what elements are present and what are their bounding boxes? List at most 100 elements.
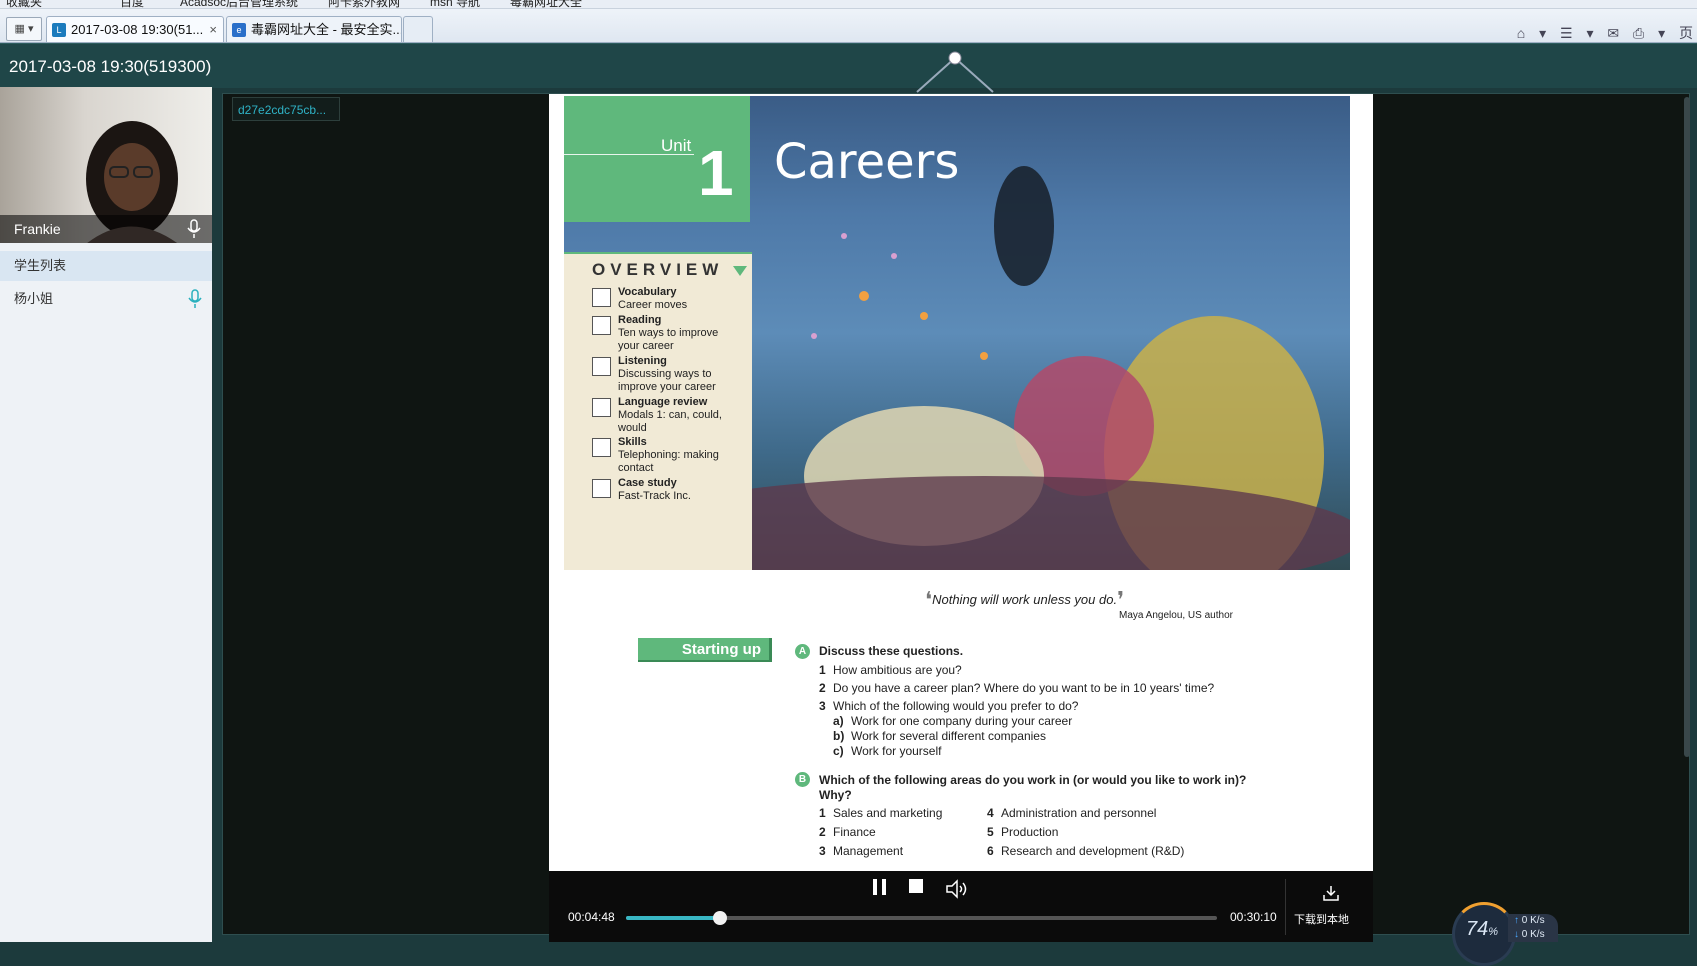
student-item[interactable]: 杨小姐: [0, 283, 212, 315]
quote-text: Nothing will work unless you do.: [932, 592, 1118, 607]
classroom-title-bar: 2017-03-08 19:30(519300): [0, 43, 1697, 88]
current-time: 00:04:48: [568, 910, 615, 924]
tab-label: 2017-03-08 19:30(51...: [71, 22, 204, 37]
favorite-link[interactable]: 百度: [120, 0, 144, 8]
checkbox-icon: [592, 438, 611, 457]
progress-knob[interactable]: [712, 911, 727, 925]
overview-sub: Fast-Track Inc.: [618, 490, 691, 502]
b-area: 6 Research and development (R&D): [987, 844, 1185, 858]
a-question: 1 How ambitious are you?: [819, 663, 962, 677]
document-page: Unit 1 Careers OVERVIEW Vocabulary Career…: [549, 94, 1373, 871]
b-heading: Which of the following areas do you work…: [819, 773, 1247, 787]
new-tab-button[interactable]: [403, 16, 433, 42]
overview-sub: Modals 1: can, could, would: [618, 409, 722, 434]
checkbox-icon: [592, 316, 611, 335]
participants-panel: Frankie 学生列表 杨小姐: [0, 87, 212, 942]
student-name: 杨小姐: [14, 291, 54, 306]
upload-arrow-icon: ↑: [1514, 915, 1519, 926]
document-id-tab[interactable]: d27e2cdc75cb...: [232, 97, 340, 121]
a-option: a) Work for one company during your caree…: [833, 714, 1073, 728]
volume-icon[interactable]: [945, 879, 969, 899]
class-title: 2017-03-08 19:30(519300): [9, 57, 212, 76]
unit-title: Careers: [774, 134, 960, 190]
overview-heading: Listening: [618, 355, 667, 367]
overview-sub: Career moves: [618, 299, 688, 311]
student-list-header: 学生列表: [0, 251, 212, 281]
browser-toolbar: ⌂ ▾ ☰ ▾ ✉ ⎙ ▾ 页: [1507, 23, 1693, 43]
b-area: 3 Management: [819, 844, 904, 858]
stop-icon[interactable]: [909, 879, 923, 893]
pull-handle-icon[interactable]: [905, 46, 1005, 94]
chevron-down-icon[interactable]: ▾: [1586, 25, 1593, 42]
progress-track[interactable]: [626, 911, 1217, 925]
download-button[interactable]: 下载到本地: [1285, 879, 1374, 935]
overview-sub: Ten ways to improve your career: [618, 327, 719, 352]
badge-a: A: [795, 644, 810, 659]
download-arrow-icon: ↓: [1514, 929, 1519, 940]
tab-label: 毒霸网址大全 - 最安全实...: [251, 22, 402, 37]
overview-title: OVERVIEW: [592, 260, 724, 279]
network-meter[interactable]: 74% ↑ 0 K/s ↓ 0 K/s: [1452, 900, 1558, 966]
b-heading-why: Why?: [819, 788, 852, 802]
video-name-bar: Frankie: [0, 215, 212, 243]
media-player-bar: 00:04:48 00:30:10 下载到本地: [549, 871, 1373, 942]
a-option: b) Work for several different companies: [833, 729, 1046, 743]
usage-percent: 74%: [1466, 918, 1499, 940]
quote: ❛Nothing will work unless you do.❜: [925, 587, 1124, 613]
unit-box: Unit 1: [564, 96, 750, 222]
tab-meeting[interactable]: L 2017-03-08 19:30(51... ×: [46, 16, 224, 42]
chevron-down-icon[interactable]: ▾: [1539, 25, 1546, 42]
teacher-video: Frankie: [0, 87, 212, 243]
a-question: 3 Which of the following would you prefer…: [819, 699, 1079, 713]
chevron-down-icon[interactable]: ▾: [1658, 25, 1665, 42]
checkbox-icon: [592, 479, 611, 498]
close-quote-mark: ❜: [1117, 587, 1125, 612]
overview-box: OVERVIEW Vocabulary Career moves Reading T…: [564, 252, 752, 570]
mail-icon[interactable]: ✉: [1607, 25, 1619, 42]
section-label: Starting up: [638, 638, 772, 662]
rss-icon[interactable]: ☰: [1560, 25, 1573, 42]
favorite-link[interactable]: 毒霸网址大全: [510, 0, 582, 8]
close-icon[interactable]: ×: [209, 17, 217, 42]
a-option: c) Work for yourself: [833, 744, 942, 758]
checkbox-icon: [592, 288, 611, 307]
ie-favicon-icon: e: [232, 23, 246, 37]
progress-fill: [626, 916, 720, 920]
speed-readout: ↑ 0 K/s ↓ 0 K/s: [1508, 914, 1558, 942]
print-icon[interactable]: ⎙: [1633, 25, 1644, 42]
tab-duba[interactable]: e 毒霸网址大全 - 最安全实...: [226, 16, 402, 42]
download-label: 下载到本地: [1294, 914, 1349, 926]
browser-tab-bar: ▦ ▾ L 2017-03-08 19:30(51... × e 毒霸网址大全 …: [0, 9, 1697, 43]
overview-heading: Language review: [618, 396, 708, 408]
home-icon[interactable]: ⌂: [1517, 25, 1525, 41]
download-speed: 0 K/s: [1521, 929, 1545, 940]
download-icon: [1323, 886, 1339, 901]
unit-number: 1: [698, 137, 734, 209]
chevron-down-icon: ▾: [27, 23, 34, 35]
a-question: 2 Do you have a career plan? Where do you…: [819, 681, 1215, 695]
grid-icon: ▦: [14, 23, 25, 35]
meeting-favicon-icon: L: [52, 23, 66, 37]
microphone-icon[interactable]: [186, 219, 202, 239]
favorite-link[interactable]: 收藏夹: [6, 0, 42, 8]
favorites-bar: 收藏夹 百度 Acadsoc后台管理系统 阿卡索外教网 msn 导航 毒霸网址大…: [0, 0, 1697, 9]
a-heading: Discuss these questions.: [819, 644, 964, 658]
overview-sub: Discussing ways to improve your career: [618, 368, 716, 393]
b-area: 5 Production: [987, 825, 1059, 839]
badge-b: B: [795, 772, 810, 787]
tab-list-button[interactable]: ▦ ▾: [6, 17, 42, 41]
quote-author: Maya Angelou, US author: [1119, 610, 1233, 621]
coral-reef-photo: Unit 1 Careers OVERVIEW Vocabulary Career…: [564, 96, 1350, 570]
favorite-link[interactable]: msn 导航: [430, 0, 480, 8]
favorite-link[interactable]: Acadsoc后台管理系统: [180, 0, 298, 8]
overview-heading: Vocabulary: [618, 286, 677, 298]
overview-heading: Skills: [618, 436, 647, 448]
unit-label: Unit: [661, 136, 692, 155]
favorite-link[interactable]: 阿卡索外教网: [328, 0, 400, 8]
vertical-scrollbar[interactable]: [1684, 97, 1690, 757]
microphone-icon[interactable]: [188, 289, 202, 309]
b-area: 4 Administration and personnel: [987, 806, 1157, 820]
pause-icon[interactable]: [873, 879, 887, 895]
page-menu[interactable]: 页: [1679, 23, 1693, 43]
checkbox-icon: [592, 398, 611, 417]
